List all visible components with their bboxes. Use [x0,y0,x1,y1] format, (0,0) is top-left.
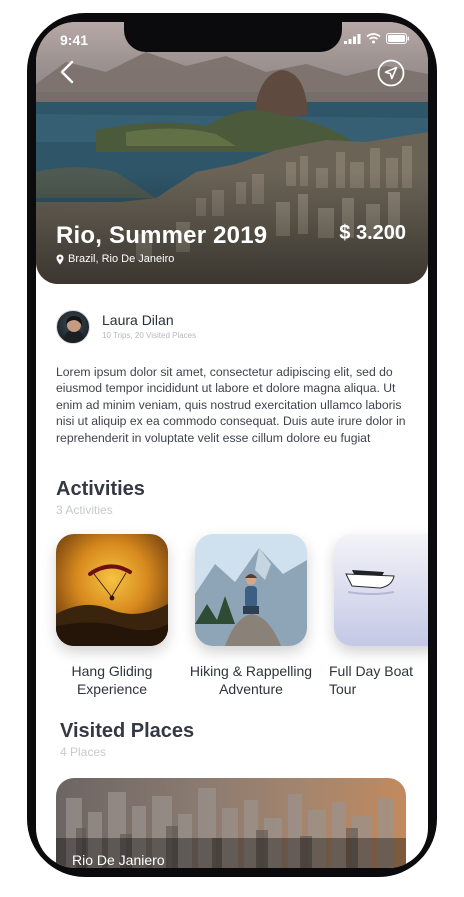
activity-label-hang-gliding: Hang Gliding Experience [71,663,153,697]
navigation-arrow-icon[interactable] [376,58,406,88]
battery-icon [386,33,410,44]
trip-location: Brazil, Rio De Janeiro [56,253,174,265]
visited-places-heading: Visited Places [60,720,195,742]
device-notch [124,22,342,52]
author-stats: 10 Trips, 20 Visited Places [102,331,197,340]
status-icons [344,33,410,44]
activities-heading: Activities [56,478,145,500]
hero-image: Rio, Summer 2019 $ 3.200 Brazil, Rio De … [36,22,428,284]
visited-places-count: 4 Places [60,745,107,759]
trip-location-text: Brazil, Rio De Janeiro [68,253,175,265]
trip-description: Lorem ipsum dolor sit amet, consectetur … [56,365,406,445]
back-chevron-icon[interactable] [56,58,80,86]
wifi-icon [366,33,381,44]
status-time: 9:41 [60,32,89,48]
trip-price: $ 3.200 [339,222,406,244]
activity-card-boat-tour[interactable] [334,534,428,646]
trip-title: Rio, Summer 2019 [56,222,268,249]
activities-count: 3 Activities [56,503,113,517]
author-avatar[interactable] [56,310,90,344]
visited-place-card[interactable]: Rio De Janiero [56,778,406,868]
visited-place-name: Rio De Janiero [72,852,165,868]
activity-card-hang-gliding[interactable] [56,534,168,646]
signal-icon [344,33,361,44]
activity-label-boat-tour: Full Day Boat Tour [329,663,414,697]
activity-label-hiking: Hiking & Rappelling Adventure [189,663,313,697]
author-name[interactable]: Laura Dilan [102,312,174,328]
app-screen: Rio, Summer 2019 $ 3.200 Brazil, Rio De … [36,22,428,868]
activity-card-hiking[interactable] [195,534,307,646]
map-pin-icon [56,254,64,264]
